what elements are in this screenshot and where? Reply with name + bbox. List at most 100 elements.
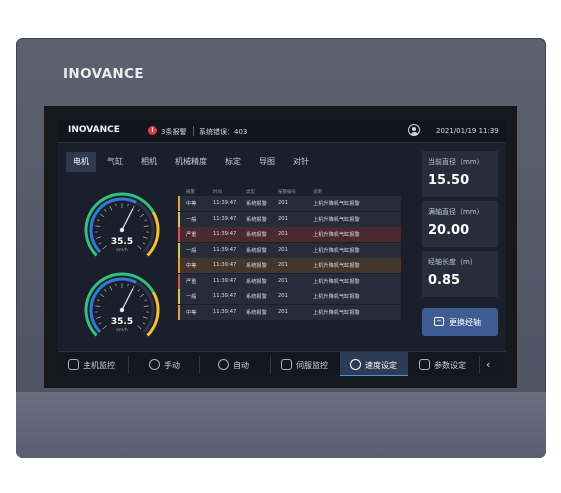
gauge-unit: km/h [116,248,128,253]
auto-icon [218,359,229,370]
alarm-type: 系统报警 [246,216,267,223]
full-diameter-card: 满轴直径（mm） 20.00 [422,201,498,247]
alarm-level: 中等 [186,263,197,269]
chevron-left-icon[interactable]: ‹ [486,358,490,371]
alarm-code: 201 [278,277,288,284]
alarm-level: 一般 [186,247,197,254]
alarm-time: 11:39:47 [213,262,237,268]
nav-label: 主机监控 [83,361,115,370]
nav-host-monitor[interactable]: 主机监控 [58,352,128,376]
alarm-row[interactable]: 一般 11:39:47 系统报警 201 上机升降机气缸报警 [178,211,401,228]
alarm-level: 中等 [186,309,197,316]
gauge-tick [109,205,113,211]
swap-icon: ⇔ [434,317,444,326]
gauge-tick [99,213,105,218]
alarm-code: 201 [278,231,288,237]
system-error: 系统错误：403 [199,128,248,136]
tab-motor[interactable]: 电机 [66,152,96,172]
column-header: 时间 [213,190,222,195]
alarm-desc: 上机升降机气缸报警 [313,263,360,269]
alarm-desc: 上机升降机气缸报警 [313,309,360,316]
user-icon[interactable] [408,124,420,136]
gauge-needle [121,208,134,231]
column-header: 报警 [186,190,195,195]
alarm-row[interactable]: 一般 11:39:47 系统报警 201 上机升降机气缸报警 [178,242,401,259]
beam-length-card: 经轴长度（m） 0.85 [422,251,498,297]
alarm-row[interactable]: 中等 11:39:47 系统报警 201 上机升降机气缸报警 [178,196,401,212]
alarm-time: 11:39:47 [213,246,237,253]
gauge-tick [109,285,113,291]
params-icon [419,359,430,370]
alarm-icon[interactable]: ! [148,126,157,135]
current-diameter-card: 当前直径（mm） 15.50 [422,151,498,197]
tab-camera[interactable]: 相机 [134,152,164,172]
card-value: 20.00 [428,223,470,238]
alarm-code: 201 [278,215,288,222]
gauge-tick [143,305,149,307]
alarm-type: 系统报警 [246,247,267,254]
nav-manual[interactable]: 手动 [129,352,199,376]
card-value: 15.50 [428,173,470,188]
alarm-count[interactable]: 3条报警 [161,127,186,137]
gauge-tick [144,219,148,221]
alarm-type: 系统报警 [246,232,267,238]
swap-button-label: 更换经轴 [449,318,481,327]
nav-parameter-setting[interactable]: 参数设定 [409,352,479,376]
alarm-level: 严重 [186,232,197,238]
servo-icon [281,359,292,370]
severity-bar [178,258,180,273]
gauge-tick [104,209,107,212]
alarm-desc: 上机升降机气缸报警 [313,294,360,300]
status-separator [193,126,194,136]
alarm-level: 一般 [186,294,197,300]
tab-calibration[interactable]: 标定 [218,152,248,172]
severity-bar [178,304,180,320]
nav-divider [479,356,480,373]
gauge-value: 35.5 [110,237,134,247]
gauge-tick [139,293,145,298]
nav-auto[interactable]: 自动 [200,352,270,376]
alarm-desc: 上机升降机气缸报警 [313,216,360,223]
alarm-time: 11:39:47 [213,308,237,315]
swap-beam-button[interactable]: ⇔ 更换经轴 [422,308,498,336]
monitor-icon [68,359,79,370]
alarm-code: 201 [278,246,288,253]
alarm-desc: 上机升降机气缸报警 [313,247,360,254]
alarm-code: 201 [278,200,288,206]
tab-needle[interactable]: 对针 [286,152,316,172]
status-bar: INOVANCE ! 3条报警 系统错误：403 2021/01/19 11:3… [58,120,506,143]
alarm-level: 中等 [186,201,197,207]
gauge-tick [137,209,140,212]
severity-bar [178,196,180,211]
alarm-row[interactable]: 一般 11:39:47 系统报警 201 上机升降机气缸报警 [178,289,401,305]
column-header: 报警编号 [278,190,296,195]
column-header: 说明 [313,190,322,195]
alarm-desc: 上机升降机气缸报警 [313,278,360,285]
nav-servo-monitor[interactable]: 伺服监控 [271,352,339,376]
gauge-value: 35.5 [110,317,134,327]
column-header: 类型 [246,190,255,195]
gauge-tick [104,289,107,292]
gauge-tick [115,283,117,287]
tab-cylinder[interactable]: 气缸 [100,152,130,172]
alarm-row[interactable]: 严重 11:39:47 系统报警 201 上机升降机气缸报警 [178,227,401,243]
hand-icon [149,359,160,370]
nav-speed-setting[interactable]: 速度设定 [340,352,408,376]
gauge-hub [119,307,125,313]
tab-mechanical-precision[interactable]: 机械精度 [168,152,214,172]
alarm-level: 一般 [186,216,197,223]
hmi-screen: INOVANCE ! 3条报警 系统错误：403 2021/01/19 11:3… [58,120,506,376]
alarm-row[interactable]: 严重 11:39:47 系统报警 201 上机升降机气缸报警 [178,273,401,290]
alarm-time: 11:39:47 [213,200,237,206]
tab-map[interactable]: 导图 [252,152,282,172]
alarm-row[interactable]: 中等 11:39:47 系统报警 201 上机升降机气缸报警 [178,258,401,274]
card-value: 0.85 [428,273,461,288]
severity-bar [178,227,180,242]
gauge-tick [96,219,100,221]
alarm-row[interactable]: 中等 11:39:47 系统报警 201 上机升降机气缸报警 [178,304,401,321]
card-label: 当前直径（mm） [428,158,484,166]
severity-bar [178,211,180,227]
app-logo: INOVANCE [68,125,120,135]
alarm-type: 系统报警 [246,201,267,207]
gauge-tick [115,203,117,207]
